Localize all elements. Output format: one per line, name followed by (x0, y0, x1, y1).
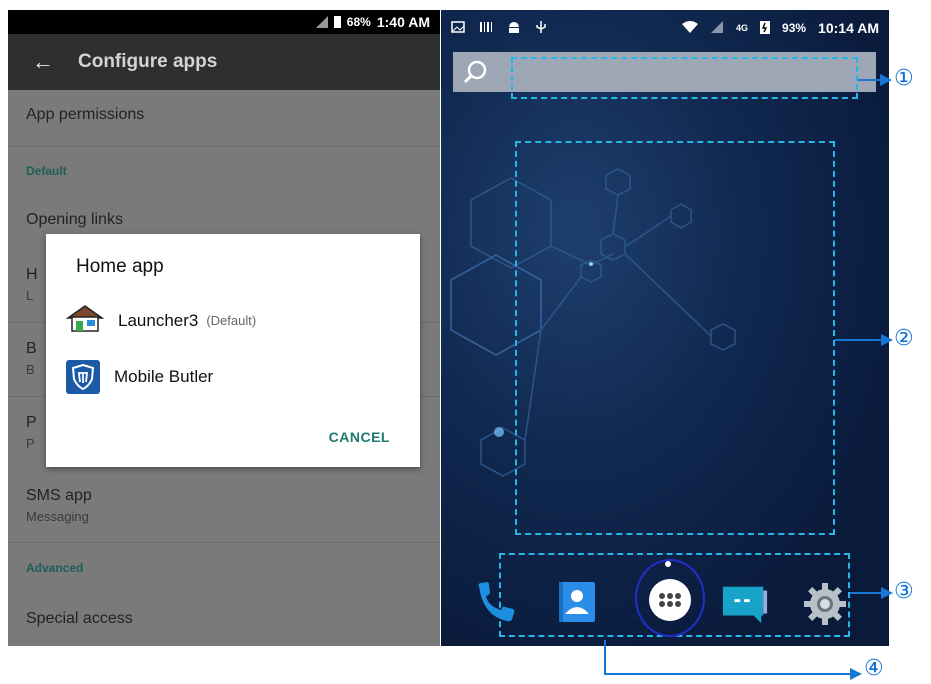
phone-app-sub: P (26, 436, 35, 451)
status-time: 10:14 AM (818, 20, 879, 36)
callout-number-1: ① (894, 66, 914, 91)
cancel-button[interactable]: CANCEL (329, 429, 390, 445)
section-advanced: Advanced (26, 561, 84, 575)
callout-number-4: ④ (864, 656, 884, 681)
callout-arrowhead (880, 74, 892, 86)
search-icon (463, 60, 487, 84)
phone-icon[interactable] (471, 578, 519, 626)
page-title: Configure apps (78, 51, 218, 72)
search-region-outline (511, 57, 858, 99)
callout-number-2: ② (894, 326, 914, 351)
phone-app-item[interactable]: P (26, 414, 37, 432)
special-access-item[interactable]: Special access (26, 610, 133, 628)
callout-line-1 (858, 79, 880, 81)
browser-app-sub: B (26, 362, 35, 377)
wifi-icon (682, 20, 698, 36)
house-icon (65, 304, 105, 337)
callout-line-3 (850, 592, 881, 594)
back-arrow-icon[interactable]: ← (8, 49, 78, 75)
no-sim-icon (710, 20, 724, 37)
sms-app-item[interactable]: SMS app (26, 487, 92, 505)
callout-arrowhead (881, 334, 893, 346)
battery-percent: 93% (782, 21, 807, 35)
home-app-dialog: Home app Launcher3 (Default) Mobile Butl… (46, 234, 420, 467)
option-note: (Default) (206, 313, 257, 328)
workspace-region-outline (515, 141, 835, 535)
divider (8, 542, 440, 543)
browser-app-item[interactable]: B (26, 340, 37, 358)
option-label: Launcher3 (118, 310, 199, 330)
option-label: Mobile Butler (114, 367, 214, 386)
page-indicator-dot (665, 561, 671, 567)
settings-screen: 68% 1:40 AM ← Configure apps App permiss… (8, 10, 440, 646)
battery-percent: 68% (346, 15, 371, 29)
battery-icon (333, 16, 341, 28)
option-mobile-butler[interactable]: Mobile Butler (66, 360, 213, 394)
divider (8, 146, 440, 147)
home-app-sub: L (26, 288, 34, 303)
home-app-item[interactable]: H (26, 266, 38, 284)
shield-icon (66, 360, 100, 394)
callout-number-3: ③ (894, 579, 914, 604)
app-permissions-item[interactable]: App permissions (26, 106, 144, 124)
status-time: 1:40 AM (376, 14, 430, 30)
android-icon (507, 20, 521, 37)
status-bar: 68% 1:40 AM (8, 10, 440, 34)
image-icon (451, 20, 465, 36)
opening-links-item[interactable]: Opening links (26, 211, 123, 229)
sms-app-sub: Messaging (26, 509, 89, 524)
all-apps-icon[interactable] (646, 576, 694, 624)
battery-icon (760, 20, 771, 37)
callout-arrowhead (850, 668, 862, 680)
network-indicator: 4G (736, 23, 749, 33)
settings-icon[interactable] (801, 580, 849, 628)
section-default: Default (26, 164, 67, 178)
launcher-screen: 4G 93% 10:14 AM (441, 10, 889, 646)
option-launcher3[interactable]: Launcher3 (Default) (65, 304, 257, 337)
dialog-title: Home app (76, 256, 164, 277)
barcode-icon (479, 20, 493, 36)
callout-line-2 (835, 339, 881, 341)
callout-arrowhead (881, 587, 893, 599)
app-bar: ← Configure apps (8, 34, 440, 90)
callout-line-4-horizontal (604, 673, 852, 675)
callout-line-4-vertical (604, 640, 606, 674)
messages-icon[interactable] (721, 580, 769, 628)
status-bar: 4G 93% 10:14 AM (441, 10, 889, 46)
usb-icon (535, 20, 547, 37)
contacts-icon[interactable] (553, 578, 601, 626)
no-sim-icon (315, 16, 328, 28)
